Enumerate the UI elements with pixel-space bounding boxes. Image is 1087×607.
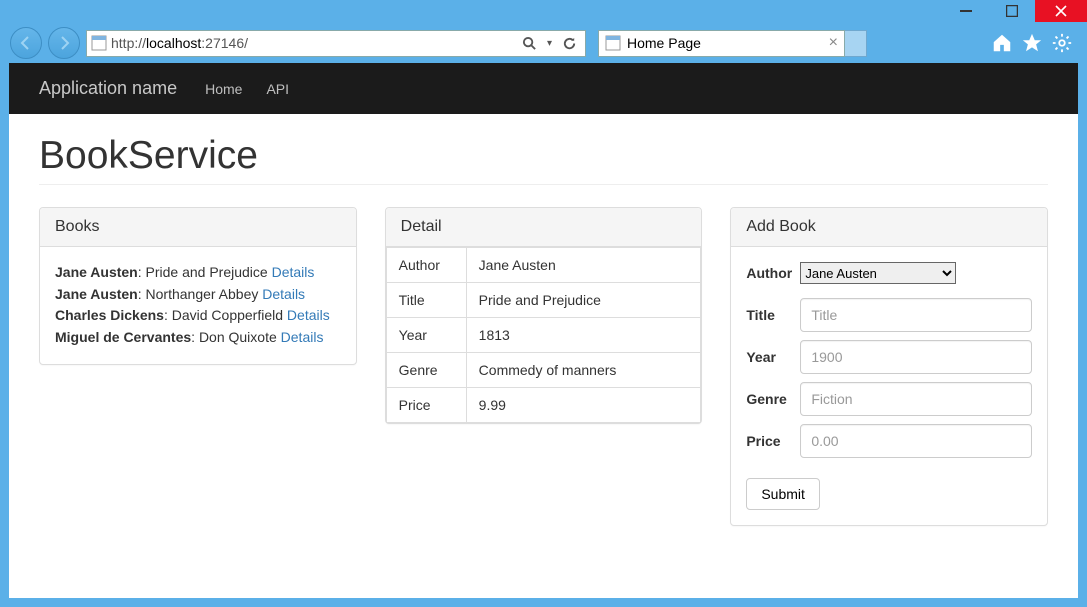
- page-title: BookService: [39, 134, 1048, 185]
- author-select[interactable]: Jane Austen: [800, 262, 956, 284]
- tab-title: Home Page: [627, 35, 823, 51]
- back-button[interactable]: [10, 27, 42, 59]
- brand[interactable]: Application name: [39, 78, 177, 99]
- books-panel-title: Books: [40, 208, 356, 247]
- add-book-panel-title: Add Book: [731, 208, 1047, 247]
- page-icon: [605, 35, 621, 51]
- app-navbar: Application name Home API: [9, 63, 1078, 114]
- detail-label-genre: Genre: [386, 353, 466, 388]
- detail-label-year: Year: [386, 318, 466, 353]
- book-list-item: Jane Austen: Pride and Prejudice Details: [55, 262, 341, 284]
- detail-value-year: 1813: [466, 318, 701, 353]
- tab-close-icon[interactable]: ×: [829, 35, 838, 51]
- detail-value-genre: Commedy of manners: [466, 353, 701, 388]
- nav-link-home[interactable]: Home: [205, 81, 242, 97]
- book-list-item: Jane Austen: Northanger Abbey Details: [55, 284, 341, 306]
- add-book-panel: Add Book Author Jane Austen Title: [730, 207, 1048, 526]
- detail-value-title: Pride and Prejudice: [466, 283, 701, 318]
- refresh-icon[interactable]: [562, 36, 577, 51]
- detail-panel-title: Detail: [386, 208, 702, 247]
- table-row: TitlePride and Prejudice: [386, 283, 701, 318]
- address-bar[interactable]: http://localhost:27146/ ▾: [86, 30, 586, 57]
- details-link[interactable]: Details: [287, 307, 330, 323]
- genre-input[interactable]: [800, 382, 1032, 416]
- browser-toolbar: http://localhost:27146/ ▾ Home Page ×: [0, 24, 1087, 63]
- table-row: GenreCommedy of manners: [386, 353, 701, 388]
- form-label-author: Author: [746, 265, 800, 281]
- new-tab-button[interactable]: [845, 30, 867, 57]
- search-dropdown-icon[interactable]: ▾: [547, 38, 552, 49]
- book-list-item: Miguel de Cervantes: Don Quixote Details: [55, 327, 341, 349]
- book-title: Don Quixote: [199, 329, 277, 345]
- submit-button[interactable]: Submit: [746, 478, 820, 510]
- url-path: :27146/: [201, 35, 248, 51]
- book-title: Pride and Prejudice: [146, 264, 268, 280]
- browser-tab[interactable]: Home Page ×: [598, 30, 845, 57]
- detail-panel: Detail AuthorJane Austen TitlePride and …: [385, 207, 703, 424]
- book-author: Jane Austen: [55, 286, 138, 302]
- settings-icon[interactable]: [1051, 32, 1073, 54]
- window-minimize-button[interactable]: [943, 0, 989, 22]
- url-text: http://localhost:27146/: [111, 35, 522, 51]
- detail-table: AuthorJane Austen TitlePride and Prejudi…: [386, 247, 702, 423]
- book-author: Charles Dickens: [55, 307, 164, 323]
- detail-label-author: Author: [386, 248, 466, 283]
- detail-label-price: Price: [386, 388, 466, 423]
- book-author: Miguel de Cervantes: [55, 329, 191, 345]
- form-label-title: Title: [746, 307, 800, 323]
- page-icon: [91, 35, 107, 51]
- favorites-icon[interactable]: [1021, 32, 1043, 54]
- table-row: AuthorJane Austen: [386, 248, 701, 283]
- url-host: localhost: [146, 35, 201, 51]
- form-label-year: Year: [746, 349, 800, 365]
- details-link[interactable]: Details: [281, 329, 324, 345]
- details-link[interactable]: Details: [262, 286, 305, 302]
- window-titlebar: [0, 0, 1087, 24]
- price-input[interactable]: [800, 424, 1032, 458]
- home-icon[interactable]: [991, 32, 1013, 54]
- window-close-button[interactable]: [1035, 0, 1087, 22]
- detail-value-price: 9.99: [466, 388, 701, 423]
- detail-value-author: Jane Austen: [466, 248, 701, 283]
- forward-button[interactable]: [48, 27, 80, 59]
- table-row: Price9.99: [386, 388, 701, 423]
- table-row: Year1813: [386, 318, 701, 353]
- details-link[interactable]: Details: [272, 264, 315, 280]
- window-maximize-button[interactable]: [989, 0, 1035, 22]
- year-input[interactable]: [800, 340, 1032, 374]
- book-list-item: Charles Dickens: David Copperfield Detai…: [55, 305, 341, 327]
- form-label-genre: Genre: [746, 391, 800, 407]
- book-author: Jane Austen: [55, 264, 138, 280]
- books-list: Jane Austen: Pride and Prejudice Details…: [40, 247, 356, 364]
- title-input[interactable]: [800, 298, 1032, 332]
- form-label-price: Price: [746, 433, 800, 449]
- book-title: Northanger Abbey: [146, 286, 259, 302]
- detail-label-title: Title: [386, 283, 466, 318]
- url-scheme: http://: [111, 35, 146, 51]
- nav-link-api[interactable]: API: [266, 81, 289, 97]
- books-panel: Books Jane Austen: Pride and Prejudice D…: [39, 207, 357, 365]
- book-title: David Copperfield: [172, 307, 283, 323]
- search-icon[interactable]: [522, 36, 537, 51]
